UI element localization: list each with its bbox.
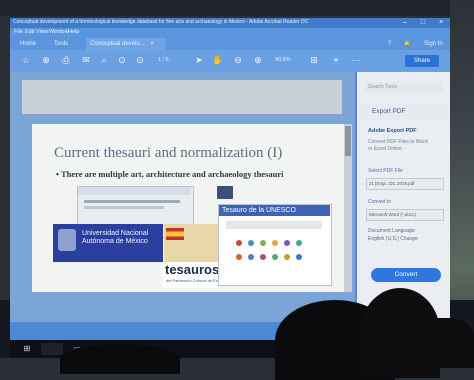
slide-bullet: • There are multiple art, architecture a… xyxy=(56,169,284,179)
sign-in-link[interactable]: Sign In xyxy=(420,38,447,50)
unesco-category-icon xyxy=(296,240,302,246)
selected-file-name: 21 [Engl...DC 2019.pdf xyxy=(369,181,415,186)
export-pdf-title: Export PDF xyxy=(372,108,406,115)
audience-head xyxy=(60,344,180,374)
tools-search-placeholder: Search Tools xyxy=(368,84,397,90)
export-description-line-1: Convert PDF Files to Word xyxy=(368,139,428,145)
zoom-in-icon[interactable]: ⊕ xyxy=(252,54,264,66)
comment-icon[interactable]: ⌖ xyxy=(330,54,342,66)
upload-icon[interactable]: ⊕ xyxy=(40,54,52,66)
unesco-category-icon xyxy=(284,240,290,246)
bell-icon[interactable]: 🔔 xyxy=(400,38,414,50)
unesco-category-icon xyxy=(260,240,266,246)
hand-icon[interactable]: ✋ xyxy=(212,54,224,66)
select-file-label: Select PDF File xyxy=(368,168,403,174)
unesco-category-icon xyxy=(272,254,278,260)
unesco-category-icon xyxy=(236,254,242,260)
document-language-value[interactable]: English (U.S.) Change xyxy=(368,236,418,243)
share-button[interactable]: Share xyxy=(405,55,439,67)
windows-start-icon[interactable]: ⊞ xyxy=(22,344,32,354)
export-description-line-2: or Excel Online xyxy=(368,146,402,152)
tab-close-icon[interactable]: × xyxy=(150,41,154,47)
email-icon[interactable]: ✉ xyxy=(80,54,92,66)
unesco-category-icon xyxy=(248,240,254,246)
page-up-icon[interactable]: ⊙ xyxy=(116,54,128,66)
cursor-icon[interactable]: ➤ xyxy=(193,54,205,66)
unesco-category-icon xyxy=(260,254,266,260)
previous-page xyxy=(22,80,342,114)
thesaurus-screenshot-header xyxy=(78,187,191,195)
convert-format-value: Microsoft Word (*.docx) xyxy=(369,212,416,217)
unesco-category-icon xyxy=(296,254,302,260)
menu-view[interactable]: View xyxy=(36,28,48,37)
menu-help[interactable]: Help xyxy=(68,28,79,37)
unesco-category-icon xyxy=(248,254,254,260)
unesco-title: Tesauro de la UNESCO xyxy=(222,207,296,214)
tab-home[interactable]: Home xyxy=(16,38,40,50)
tab-document[interactable]: Conceptual develo... × xyxy=(86,38,166,50)
search-icon[interactable]: ⌕ xyxy=(98,54,110,66)
unam-name: Universidad Nacional Autónoma de México xyxy=(82,230,149,245)
print-icon[interactable]: ⎙ xyxy=(60,54,72,66)
tesauros-logo: tesauros xyxy=(165,262,220,277)
title-bar: Conceptual development of a terminologic… xyxy=(10,18,450,28)
unesco-search-field xyxy=(226,221,322,229)
unesco-category-icon xyxy=(272,240,278,246)
audience-head xyxy=(415,318,474,368)
maximize-button[interactable]: □ xyxy=(418,19,428,27)
adobe-export-title: Adobe Export PDF xyxy=(368,128,417,134)
unesco-logo-icon xyxy=(217,186,233,199)
menu-window[interactable]: Window xyxy=(49,28,69,37)
unam-emblem-icon xyxy=(58,229,76,251)
unesco-category-icon xyxy=(236,240,242,246)
close-window-button[interactable]: × xyxy=(436,19,446,27)
tab-document-label: Conceptual develo... xyxy=(90,41,145,47)
convert-to-label: Convert to xyxy=(368,199,392,205)
zoom-level[interactable]: 90.9% xyxy=(275,56,291,64)
taskbar-search-icon[interactable] xyxy=(41,343,63,355)
tab-tools[interactable]: Tools xyxy=(50,38,72,50)
document-language-label: Document Language: xyxy=(368,228,416,234)
scrollbar-thumb[interactable] xyxy=(345,126,351,156)
thesaurus-screenshot-line xyxy=(84,206,164,209)
page-down-icon[interactable]: ⊙ xyxy=(134,54,146,66)
minimize-button[interactable]: – xyxy=(400,19,410,27)
fit-icon[interactable]: ⊞ xyxy=(308,54,320,66)
slide-title: Current thesauri and normalization (I) xyxy=(54,145,283,161)
menu-file[interactable]: File xyxy=(14,28,23,37)
window-title: Conceptual development of a terminologic… xyxy=(13,19,309,25)
unesco-category-icon xyxy=(284,254,290,260)
zoom-out-icon[interactable]: ⊖ xyxy=(232,54,244,66)
toolbar xyxy=(10,50,450,72)
help-icon[interactable]: ? xyxy=(384,38,395,50)
spain-flag-icon xyxy=(166,228,184,240)
page-counter[interactable]: 1 / 6 xyxy=(158,56,169,64)
convert-button[interactable]: Convert xyxy=(371,268,441,282)
thesaurus-screenshot-line xyxy=(84,200,180,203)
menu-edit[interactable]: Edit xyxy=(25,28,34,37)
room-background-top xyxy=(0,0,474,16)
more-icon[interactable]: ⋯ xyxy=(350,54,362,66)
save-icon[interactable]: ☆ xyxy=(20,54,32,66)
